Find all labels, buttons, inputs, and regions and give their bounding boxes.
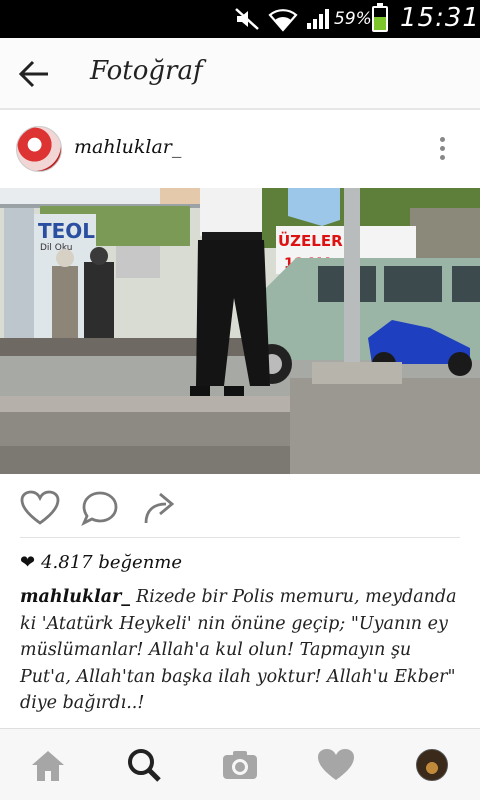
share-icon[interactable] xyxy=(140,490,180,526)
camera-icon[interactable] xyxy=(220,747,260,783)
avatar[interactable] xyxy=(16,126,62,172)
post-header: mahluklar_ xyxy=(0,112,480,188)
bottom-nav xyxy=(0,728,480,800)
status-bar: 59% 15:31 xyxy=(0,0,480,38)
app-bar: Fotoğraf xyxy=(0,38,480,110)
post-username[interactable]: mahluklar_ xyxy=(74,136,181,158)
more-options-icon[interactable] xyxy=(434,134,450,166)
activity-heart-icon[interactable] xyxy=(316,747,356,783)
comment-icon[interactable] xyxy=(80,490,120,526)
mute-icon xyxy=(235,8,259,30)
search-icon[interactable] xyxy=(124,747,164,783)
profile-avatar[interactable] xyxy=(416,749,448,781)
post-actions xyxy=(0,474,480,538)
post-caption: mahluklar_ Rizede bir Polis memuru, meyda… xyxy=(20,584,465,717)
page-title: Fotoğraf xyxy=(90,56,203,86)
like-count-text: 4.817 beğenme xyxy=(41,552,183,573)
like-heart-icon[interactable] xyxy=(20,490,60,526)
battery-fill xyxy=(374,17,386,30)
divider xyxy=(20,537,460,538)
small-heart-icon: ❤ xyxy=(20,552,36,573)
battery-icon xyxy=(372,3,388,32)
battery-percentage: 59% xyxy=(334,9,372,29)
post-photo[interactable]: TEOL Dil Oku ÜZELER Ç 18 MA xyxy=(0,188,480,474)
wifi-icon xyxy=(268,9,298,32)
signal-icon xyxy=(307,9,329,29)
caption-username[interactable]: mahluklar_ xyxy=(20,587,130,607)
like-count[interactable]: ❤ 4.817 beğenme xyxy=(20,552,182,573)
home-icon[interactable] xyxy=(28,747,68,783)
clock: 15:31 xyxy=(400,3,480,33)
store-sign: TEOL xyxy=(38,219,95,243)
back-arrow-icon[interactable] xyxy=(18,58,52,90)
